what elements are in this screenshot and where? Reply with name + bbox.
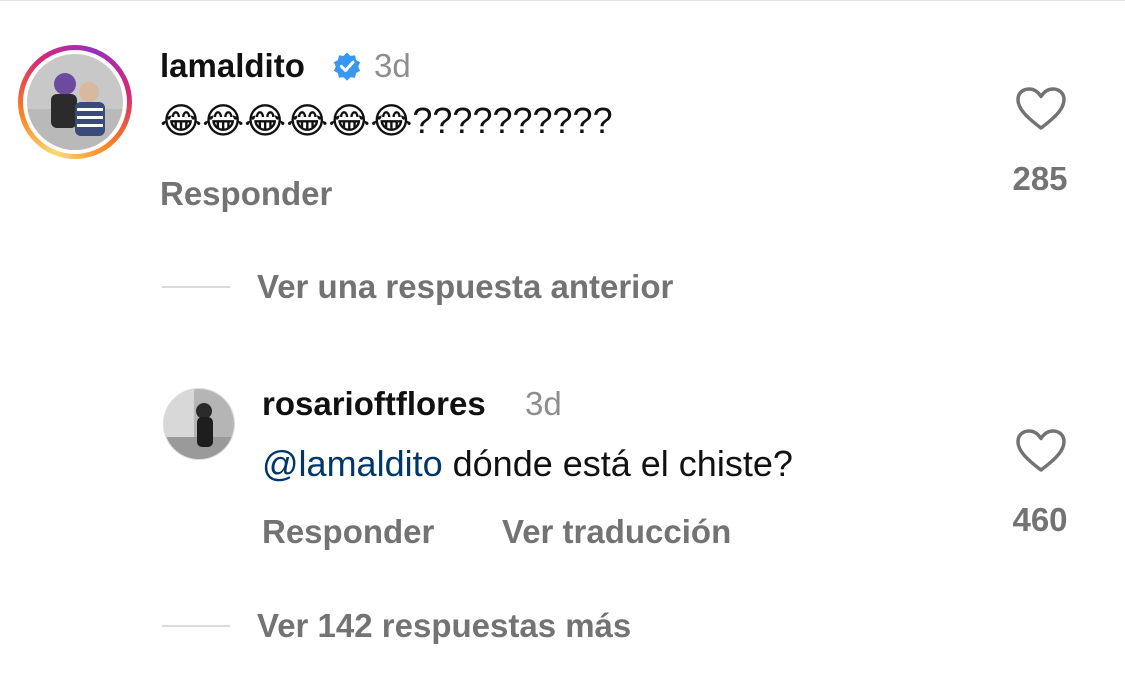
story-ring[interactable] xyxy=(18,45,132,159)
reply-button[interactable]: Responder xyxy=(160,175,332,213)
avatar[interactable] xyxy=(163,388,235,460)
comment-time: 3d xyxy=(374,47,411,84)
comment-username[interactable]: lamaldito xyxy=(160,47,305,85)
avatar-photo-illustration xyxy=(164,389,234,459)
translate-button[interactable]: Ver traducción xyxy=(502,513,731,551)
comment-username[interactable]: rosarioftflores xyxy=(262,385,486,423)
comment-body: dónde está el chiste? xyxy=(442,443,793,484)
heart-icon[interactable] xyxy=(1015,86,1067,132)
verified-badge-icon xyxy=(333,52,361,81)
view-more-replies-label[interactable]: Ver 142 respuestas más xyxy=(257,607,631,645)
comment-text: @lamaldito dónde está el chiste? xyxy=(262,443,793,485)
thread-line xyxy=(162,286,230,288)
reply-button[interactable]: Responder xyxy=(262,513,434,551)
top-divider xyxy=(0,0,1125,1)
thread-line xyxy=(162,625,230,627)
comment-text: 😂😂😂😂😂😂?????????? xyxy=(160,100,613,141)
avatar[interactable] xyxy=(27,54,123,150)
like-count: 460 xyxy=(1012,501,1068,538)
comment-time: 3d xyxy=(525,385,562,422)
mention-link[interactable]: @lamaldito xyxy=(262,443,443,484)
view-previous-reply-label[interactable]: Ver una respuesta anterior xyxy=(257,268,673,306)
like-count: 285 xyxy=(1012,160,1068,197)
heart-icon[interactable] xyxy=(1015,428,1067,474)
avatar-photo-illustration xyxy=(27,54,123,150)
